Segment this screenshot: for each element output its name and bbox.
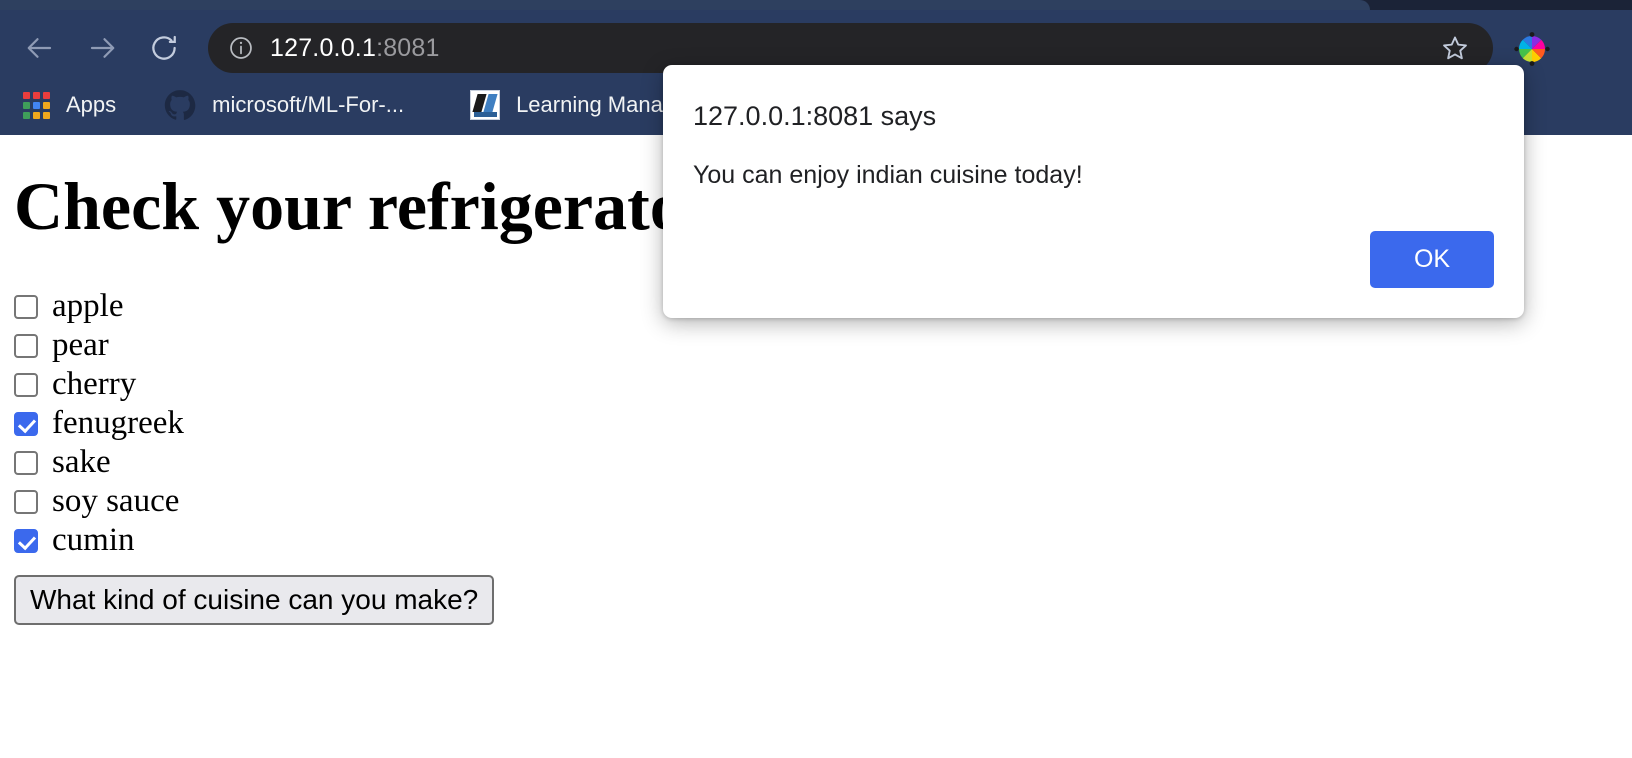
color-pinwheel-icon[interactable] xyxy=(1512,32,1552,66)
checkbox-cherry[interactable] xyxy=(14,372,38,397)
page-title: Check your refrigerator. xyxy=(14,168,725,244)
bookmark-apps[interactable]: Apps xyxy=(14,83,124,127)
dialog-ok-button[interactable]: OK xyxy=(1370,231,1494,288)
list-item[interactable]: apple xyxy=(14,287,184,326)
list-item[interactable]: soy sauce xyxy=(14,482,184,521)
reload-icon xyxy=(149,33,179,63)
checkbox-fenugreek[interactable] xyxy=(14,411,38,436)
label-cumin: cumin xyxy=(52,522,135,558)
address-bar-url: 127.0.0.1:8081 xyxy=(270,34,440,63)
list-item[interactable]: cumin xyxy=(14,521,184,560)
bookmark-microsoft-ml-for[interactable]: microsoft/ML-For-... xyxy=(156,83,412,127)
checkbox-pear[interactable] xyxy=(14,333,38,358)
list-item[interactable]: sake xyxy=(14,443,184,482)
bookmark-lms-label: Learning Mana xyxy=(516,92,663,117)
label-cherry: cherry xyxy=(52,366,137,402)
back-button[interactable] xyxy=(18,26,62,70)
label-apple: apple xyxy=(52,288,124,324)
bookmark-github-label: microsoft/ML-For-... xyxy=(212,92,405,117)
reload-button[interactable] xyxy=(142,26,186,70)
label-sake: sake xyxy=(52,444,111,480)
checkbox-sake[interactable] xyxy=(14,450,38,475)
list-item[interactable]: cherry xyxy=(14,365,184,404)
submit-cuisine-button[interactable]: What kind of cuisine can you make? xyxy=(14,575,495,625)
bookmark-apps-label: Apps xyxy=(66,92,117,117)
label-soy-sauce: soy sauce xyxy=(52,483,180,519)
list-item[interactable]: fenugreek xyxy=(14,404,184,443)
arrow-right-icon xyxy=(87,33,117,63)
list-item[interactable]: pear xyxy=(14,326,184,365)
github-icon xyxy=(164,89,196,121)
learning-manager-favicon xyxy=(470,90,501,120)
bookmark-learning-manager[interactable]: Learning Mana xyxy=(462,83,671,127)
tab-strip xyxy=(0,0,1632,10)
star-icon[interactable] xyxy=(1441,34,1469,62)
ingredient-checkbox-list: apple pear cherry fenugreek sake soy sau… xyxy=(14,287,184,560)
apps-grid-icon xyxy=(22,91,50,119)
browser-tab-active[interactable] xyxy=(0,0,1370,10)
forward-button[interactable] xyxy=(80,26,124,70)
arrow-left-icon xyxy=(25,33,55,63)
info-circle-icon[interactable] xyxy=(228,35,254,61)
url-host: 127.0.0.1 xyxy=(270,33,377,62)
label-pear: pear xyxy=(52,327,109,363)
checkbox-apple[interactable] xyxy=(14,294,38,319)
checkbox-cumin[interactable] xyxy=(14,528,38,553)
dialog-message-text: You can enjoy indian cuisine today! xyxy=(693,161,1083,189)
url-port: :8081 xyxy=(376,33,440,62)
javascript-alert-dialog: 127.0.0.1:8081 says You can enjoy indian… xyxy=(663,65,1524,318)
dialog-origin-label: 127.0.0.1:8081 says xyxy=(693,101,937,131)
checkbox-soy-sauce[interactable] xyxy=(14,489,38,514)
label-fenugreek: fenugreek xyxy=(52,405,184,441)
